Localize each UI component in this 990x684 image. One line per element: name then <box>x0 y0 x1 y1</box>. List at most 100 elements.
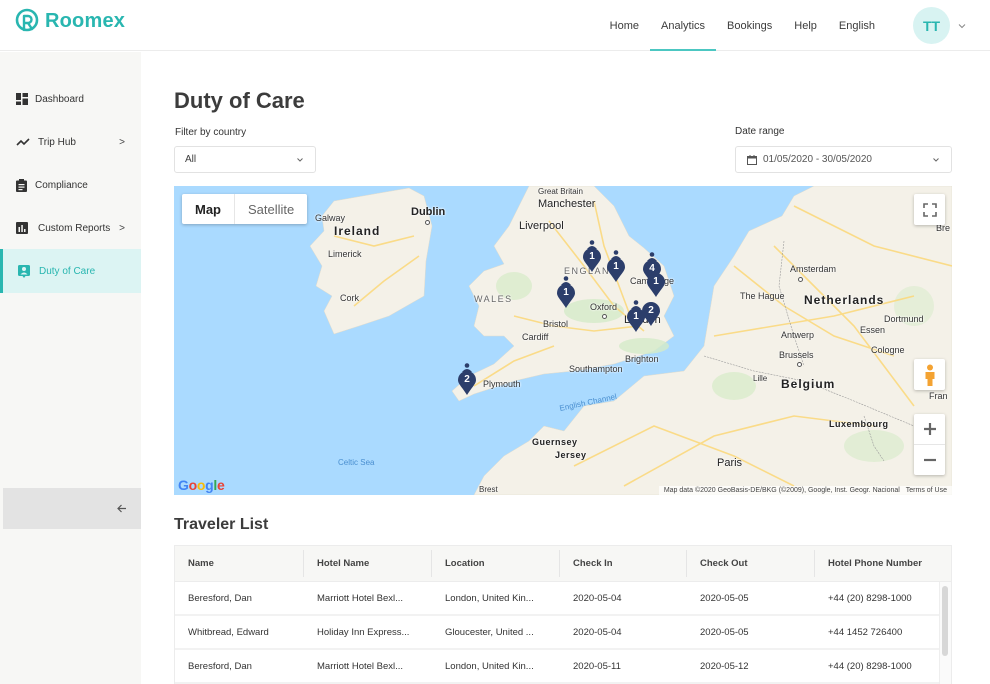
map-label-guernsey: Guernsey <box>532 437 578 447</box>
map-type-map-button[interactable]: Map <box>182 194 235 224</box>
filter-country-label: Filter by country <box>175 127 247 138</box>
chevron-down-icon[interactable] <box>958 22 966 30</box>
map-label-southampton: Southampton <box>569 364 623 374</box>
map-label-lille: Lille <box>753 374 768 383</box>
sidebar-item-label: Trip Hub <box>38 136 76 148</box>
terms-of-use-link[interactable]: Terms of Use <box>906 487 947 494</box>
city-dot <box>425 220 430 225</box>
table-row[interactable]: Beresford, Dan Marriott Hotel Bexl... Lo… <box>175 582 951 616</box>
map-label-jersey: Jersey <box>555 450 587 460</box>
marker-count: 1 <box>563 287 569 298</box>
arrow-left-icon <box>117 504 126 513</box>
map-label-netherlands: Netherlands <box>804 293 885 307</box>
top-navigation-bar: Roomex Home Analytics Bookings Help Engl… <box>0 0 990 51</box>
cell-location: London, United Kin... <box>445 660 534 672</box>
map-label-great-britain: Great Britain <box>538 187 583 196</box>
clipboard-icon <box>15 178 28 192</box>
collapse-sidebar-button[interactable] <box>3 488 141 529</box>
map-label-cork: Cork <box>340 293 360 303</box>
column-header-hotel-phone[interactable]: Hotel Phone Number <box>815 546 942 581</box>
map-data-credit: Map data ©2020 GeoBasis-DE/BKG (©2009), … <box>663 487 900 494</box>
column-header-check-in[interactable]: Check In <box>560 546 687 581</box>
map-label-antwerp: Antwerp <box>781 330 815 340</box>
cell-name: Whitbread, Edward <box>188 626 269 638</box>
chevron-right-icon: > <box>119 222 125 234</box>
roomex-logo-icon <box>15 8 39 32</box>
nav-help[interactable]: Help <box>783 0 828 51</box>
map-type-satellite-button[interactable]: Satellite <box>235 194 307 224</box>
trend-line-icon <box>15 136 31 149</box>
table-row[interactable]: Beresford, Dan Marriott Hotel Bexl... Lo… <box>175 650 951 684</box>
country-filter-value: All <box>185 154 197 165</box>
column-header-check-out[interactable]: Check Out <box>687 546 815 581</box>
map-label-essen: Essen <box>860 325 886 335</box>
sidebar-item-compliance[interactable]: Compliance <box>0 163 141 207</box>
traveler-map[interactable]: Great Britain Manchester Liverpool Dubli… <box>174 186 952 495</box>
nav-analytics[interactable]: Analytics <box>650 0 717 51</box>
nav-home[interactable]: Home <box>610 0 650 51</box>
plus-icon <box>923 423 936 435</box>
cell-location: London, United Kin... <box>445 592 534 604</box>
street-view-pegman[interactable] <box>914 359 945 390</box>
sidebar-item-label: Dashboard <box>35 93 84 105</box>
nav-bookings[interactable]: Bookings <box>716 0 783 51</box>
pegman-icon <box>925 364 934 386</box>
map-label-brighton: Brighton <box>625 354 659 364</box>
map-label-ireland: Ireland <box>334 224 381 238</box>
date-range-value: 01/05/2020 - 30/05/2020 <box>763 154 872 165</box>
map-label-manchester: Manchester <box>538 198 596 210</box>
language-selector[interactable]: English <box>828 0 886 51</box>
traveler-marker[interactable]: 1 <box>583 240 601 272</box>
map-label-france: Fran <box>929 391 948 401</box>
traveler-marker[interactable]: 1 <box>557 276 575 308</box>
country-filter-select[interactable]: All <box>174 146 316 173</box>
cell-name: Beresford, Dan <box>188 660 252 672</box>
table-row[interactable]: Whitbread, Edward Holiday Inn Express...… <box>175 616 951 650</box>
sidebar-item-dashboard[interactable]: Dashboard <box>0 77 141 121</box>
zoom-controls <box>914 414 945 475</box>
map-attribution: Map data ©2020 GeoBasis-DE/BKG (©2009), … <box>658 486 952 495</box>
traveler-marker[interactable]: 1 <box>647 273 665 303</box>
cell-hotel-phone: +44 (20) 8298-1000 <box>828 592 912 604</box>
fullscreen-button[interactable] <box>914 194 945 225</box>
marker-count: 1 <box>653 276 659 287</box>
sidebar-item-trip-hub[interactable]: Trip Hub > <box>0 120 141 164</box>
brand-logo[interactable]: Roomex <box>14 8 125 34</box>
chevron-down-icon <box>297 158 303 162</box>
sidebar-item-custom-reports[interactable]: Custom Reports > <box>0 206 141 250</box>
cell-check-out: 2020-05-12 <box>700 660 749 672</box>
table-scrollbar-thumb[interactable] <box>942 586 948 656</box>
map-label-paris: Paris <box>717 457 743 469</box>
sidebar-item-label: Custom Reports <box>38 222 111 234</box>
google-logo[interactable]: Google <box>178 477 225 493</box>
traveler-marker[interactable]: 1 <box>607 250 625 282</box>
cell-check-in: 2020-05-04 <box>573 626 622 638</box>
chevron-right-icon: > <box>119 136 125 148</box>
cell-location: Gloucester, United ... <box>445 626 534 638</box>
user-avatar[interactable]: TT <box>913 7 950 44</box>
zoom-in-button[interactable] <box>914 415 945 445</box>
column-header-location[interactable]: Location <box>432 546 560 581</box>
sidebar-item-label: Duty of Care <box>39 265 96 277</box>
marker-count: 2 <box>464 374 470 385</box>
date-range-label: Date range <box>735 126 785 137</box>
map-label-limerick: Limerick <box>328 249 362 259</box>
map-label-oxford: Oxford <box>590 302 618 312</box>
date-range-picker[interactable]: 01/05/2020 - 30/05/2020 <box>735 146 952 173</box>
minus-icon <box>923 458 936 461</box>
map-label-cardiff: Cardiff <box>522 332 549 342</box>
traveler-marker[interactable]: 2 <box>458 363 476 395</box>
map-land-layer <box>309 186 952 495</box>
traveler-marker[interactable]: 2 <box>642 302 660 332</box>
sidebar-item-duty-of-care[interactable]: Duty of Care <box>0 249 141 293</box>
column-header-name[interactable]: Name <box>175 546 304 581</box>
fullscreen-icon <box>922 202 937 217</box>
zoom-out-button[interactable] <box>914 445 945 475</box>
map-label-wales: WALES <box>474 294 513 304</box>
map-label-dortmund: Dortmund <box>884 314 924 324</box>
chevron-down-icon <box>933 158 939 162</box>
sidebar: Dashboard Trip Hub > Compliance Custom R… <box>0 52 141 684</box>
column-header-hotel-name[interactable]: Hotel Name <box>304 546 432 581</box>
traveler-table: Name Hotel Name Location Check In Check … <box>174 545 952 684</box>
city-dot <box>797 362 802 367</box>
